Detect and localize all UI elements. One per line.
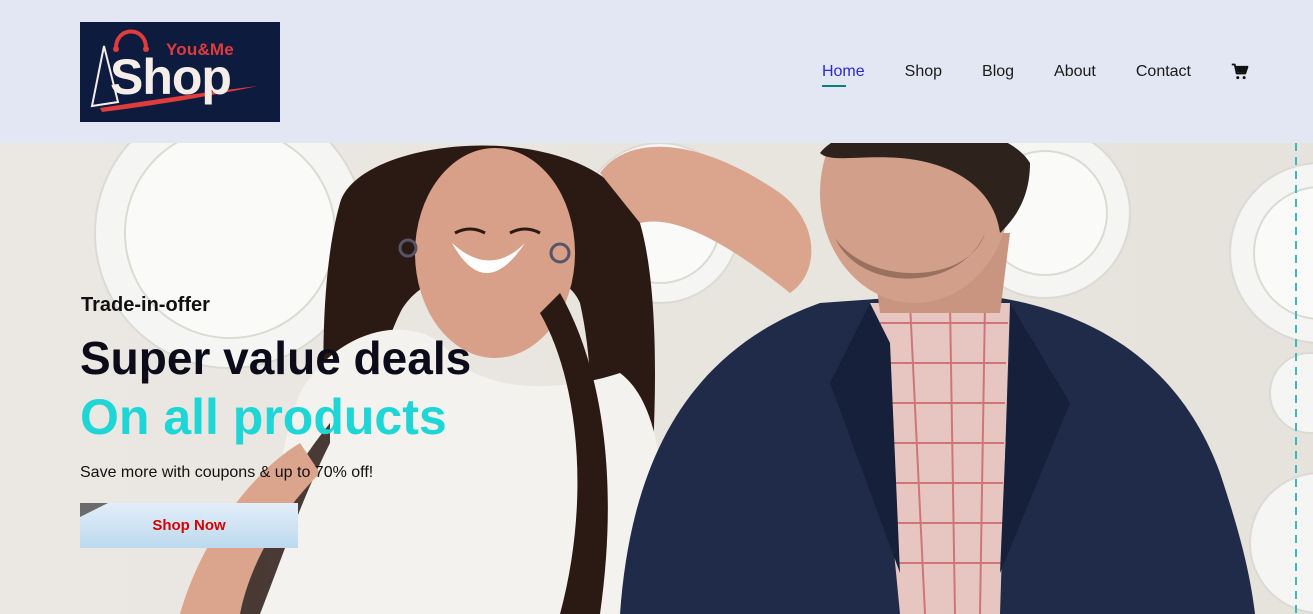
brand-logo[interactable]: You&Me Shop	[80, 21, 280, 122]
nav-shop[interactable]: Shop	[905, 63, 942, 81]
nav-blog[interactable]: Blog	[982, 63, 1014, 81]
hero-banner: Trade-in-offer Super value deals On all …	[0, 143, 1313, 614]
nav-about[interactable]: About	[1054, 63, 1096, 81]
hero-headline: Super value deals	[80, 332, 472, 384]
hero-subtitle: Trade-in-offer	[81, 294, 210, 316]
shop-now-button[interactable]: Shop Now	[80, 503, 298, 548]
hero-headline-accent: On all products	[80, 389, 447, 445]
hero-description: Save more with coupons & up to 70% off!	[80, 464, 374, 481]
nav-home[interactable]: Home	[821, 63, 865, 87]
main-nav: Home Shop Blog About Contact	[782, 63, 1249, 87]
shopping-cart-icon[interactable]	[1231, 63, 1249, 81]
nav-contact[interactable]: Contact	[1136, 63, 1191, 81]
logo-wordmark: Shop	[110, 48, 232, 105]
site-header: You&Me Shop Home Shop Blog About Contact	[0, 0, 1313, 143]
